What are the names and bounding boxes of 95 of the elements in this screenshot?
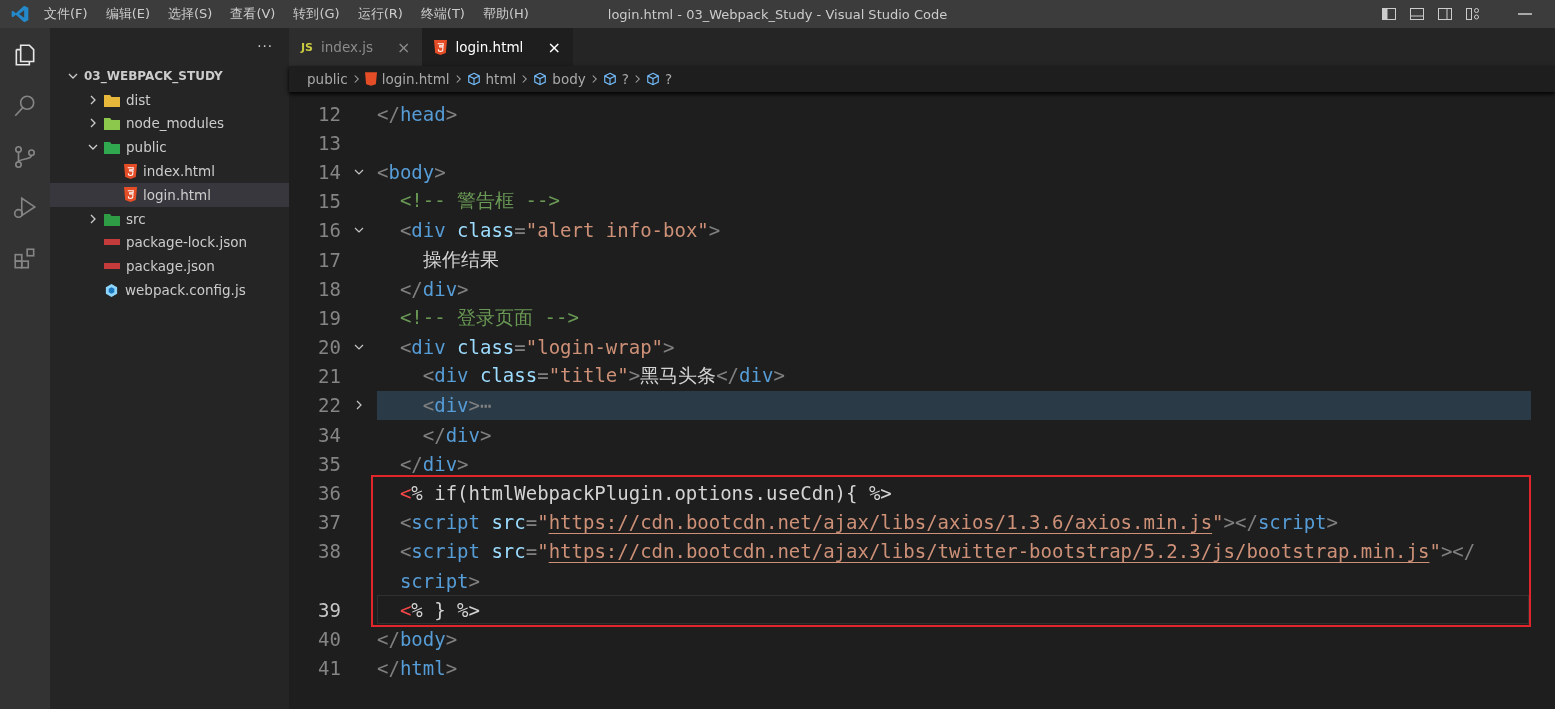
line-number: 41 — [318, 657, 341, 680]
window-title: login.html - 03_Webpack_Study - Visual Studio Code — [607, 6, 948, 22]
breadcrumb-item[interactable]: public — [307, 71, 348, 87]
line-number: 40 — [318, 627, 341, 650]
code-line: <body> — [377, 160, 446, 183]
chevron-icon — [352, 74, 360, 84]
sidebar-toggle-icon[interactable] — [1381, 6, 1397, 22]
line-number: 16 — [318, 219, 341, 242]
cube-icon — [645, 72, 660, 86]
minimize-icon[interactable] — [1517, 12, 1533, 16]
line-number: 22 — [318, 394, 341, 417]
code-line: 操作结果 — [421, 246, 499, 272]
code-line: <div class="title">黑马头条</div> — [421, 363, 785, 389]
code-line: <% if(htmlWebpackPlugin.options.useCdn){ %> — [398, 482, 892, 505]
menu-item[interactable]: 终端(T) — [420, 5, 465, 23]
code-line: <div class="alert info-box"> — [398, 219, 721, 242]
code-line: <div>⋯ — [421, 394, 492, 417]
chevron-icon — [454, 74, 462, 84]
code-line: </head> — [377, 102, 458, 125]
layout-icon[interactable] — [1465, 6, 1481, 22]
chevron-icon — [633, 74, 641, 84]
tree-item[interactable]: webpack.config.js — [50, 278, 289, 302]
breadcrumb-item[interactable]: ? — [621, 71, 629, 87]
line-number: 21 — [318, 365, 341, 388]
folder-icon — [104, 211, 120, 226]
code-line: </body> — [377, 627, 458, 650]
code-line: </div> — [398, 452, 469, 475]
tree-item[interactable]: dist — [50, 87, 289, 112]
vscode-logo-icon — [10, 4, 30, 24]
cube-icon — [602, 72, 617, 86]
html5-file-icon — [364, 72, 377, 86]
line-number: 19 — [318, 306, 341, 329]
folder-icon — [104, 116, 120, 131]
code-line: <!-- 警告框 --> — [398, 188, 560, 214]
code-line: script> — [398, 569, 480, 592]
tree-item[interactable]: index.html — [50, 159, 289, 183]
line-number: 12 — [318, 102, 341, 125]
code-line: </html> — [377, 657, 458, 680]
line-number: 18 — [318, 277, 341, 300]
chevron-icon — [590, 74, 598, 84]
chevron-icon — [521, 74, 529, 84]
secondary-sidebar-icon[interactable] — [1437, 6, 1453, 22]
line-number: 13 — [318, 131, 341, 154]
code-line: </div> — [398, 277, 469, 300]
panel-toggle-icon[interactable] — [1409, 6, 1425, 22]
tree-item[interactable]: node_modules — [50, 111, 289, 136]
breadcrumb-item[interactable]: html — [485, 71, 517, 87]
menu-item[interactable]: 文件(F) — [44, 5, 88, 23]
line-number: 20 — [318, 336, 341, 359]
tree-item[interactable]: package-lock.json — [50, 230, 289, 255]
cube-file-icon — [104, 282, 119, 298]
code-line: <script src="https://cdn.bootcdn.net/ajax/libs/axios/1.3.6/axios.min.js"></script> — [398, 511, 1338, 534]
line-number: 37 — [318, 511, 341, 534]
line-number: 38 — [318, 540, 341, 563]
html5-file-icon — [124, 163, 137, 179]
more-actions-button[interactable]: ··· — [257, 38, 273, 54]
breadcrumb-item[interactable]: body — [552, 71, 586, 87]
tree-item[interactable]: login.html — [50, 183, 289, 207]
menu-item[interactable]: 查看(V) — [230, 5, 276, 23]
menu-item[interactable]: 编辑(E) — [105, 5, 150, 23]
breadcrumb-item[interactable]: login.html — [381, 71, 450, 87]
line-number: 17 — [318, 248, 341, 271]
html5-file-icon — [124, 187, 137, 203]
menu-item[interactable]: 运行(R) — [357, 5, 403, 23]
editor-tab[interactable]: login.html × — [422, 28, 573, 66]
code-line: <% } %> — [398, 598, 480, 621]
folder-icon — [104, 92, 120, 107]
tree-item[interactable]: public — [50, 135, 289, 160]
line-number: 36 — [318, 482, 341, 505]
chevron-icon[interactable] — [88, 94, 98, 105]
tree-item[interactable]: package.json — [50, 254, 289, 279]
tree-item[interactable]: 03_WEBPACK_STUDY — [50, 64, 289, 88]
menu-item[interactable]: 帮助(H) — [482, 5, 529, 23]
editor-tab[interactable]: JS index.js × — [289, 28, 423, 66]
npm-file-icon — [104, 263, 120, 270]
cube-icon — [466, 72, 481, 86]
npm-file-icon — [104, 239, 120, 246]
line-number: 34 — [318, 423, 341, 446]
menu-item[interactable]: 转到(G) — [293, 5, 340, 23]
line-number: 39 — [318, 598, 341, 621]
chevron-icon[interactable] — [88, 118, 98, 129]
code-line: </div> — [421, 423, 492, 446]
code-line: <!-- 登录页面 --> — [398, 304, 579, 330]
code-line: <script src="https://cdn.bootcdn.net/ajax/libs/twitter-bootstrap/5.2.3/js/bootstrap.min.js"></ — [398, 540, 1476, 563]
chevron-icon[interactable] — [88, 213, 98, 224]
code-line: <div class="login-wrap"> — [398, 336, 675, 359]
menu-item[interactable]: 选择(S) — [168, 5, 213, 23]
breadcrumb-item[interactable]: ? — [664, 71, 673, 87]
html5-file-icon — [434, 39, 448, 55]
line-number: 35 — [318, 452, 341, 475]
folder-icon — [104, 140, 120, 155]
cube-icon — [533, 72, 548, 86]
line-number: 15 — [318, 190, 341, 213]
line-number: 14 — [318, 160, 341, 183]
tree-item[interactable]: src — [50, 206, 289, 231]
